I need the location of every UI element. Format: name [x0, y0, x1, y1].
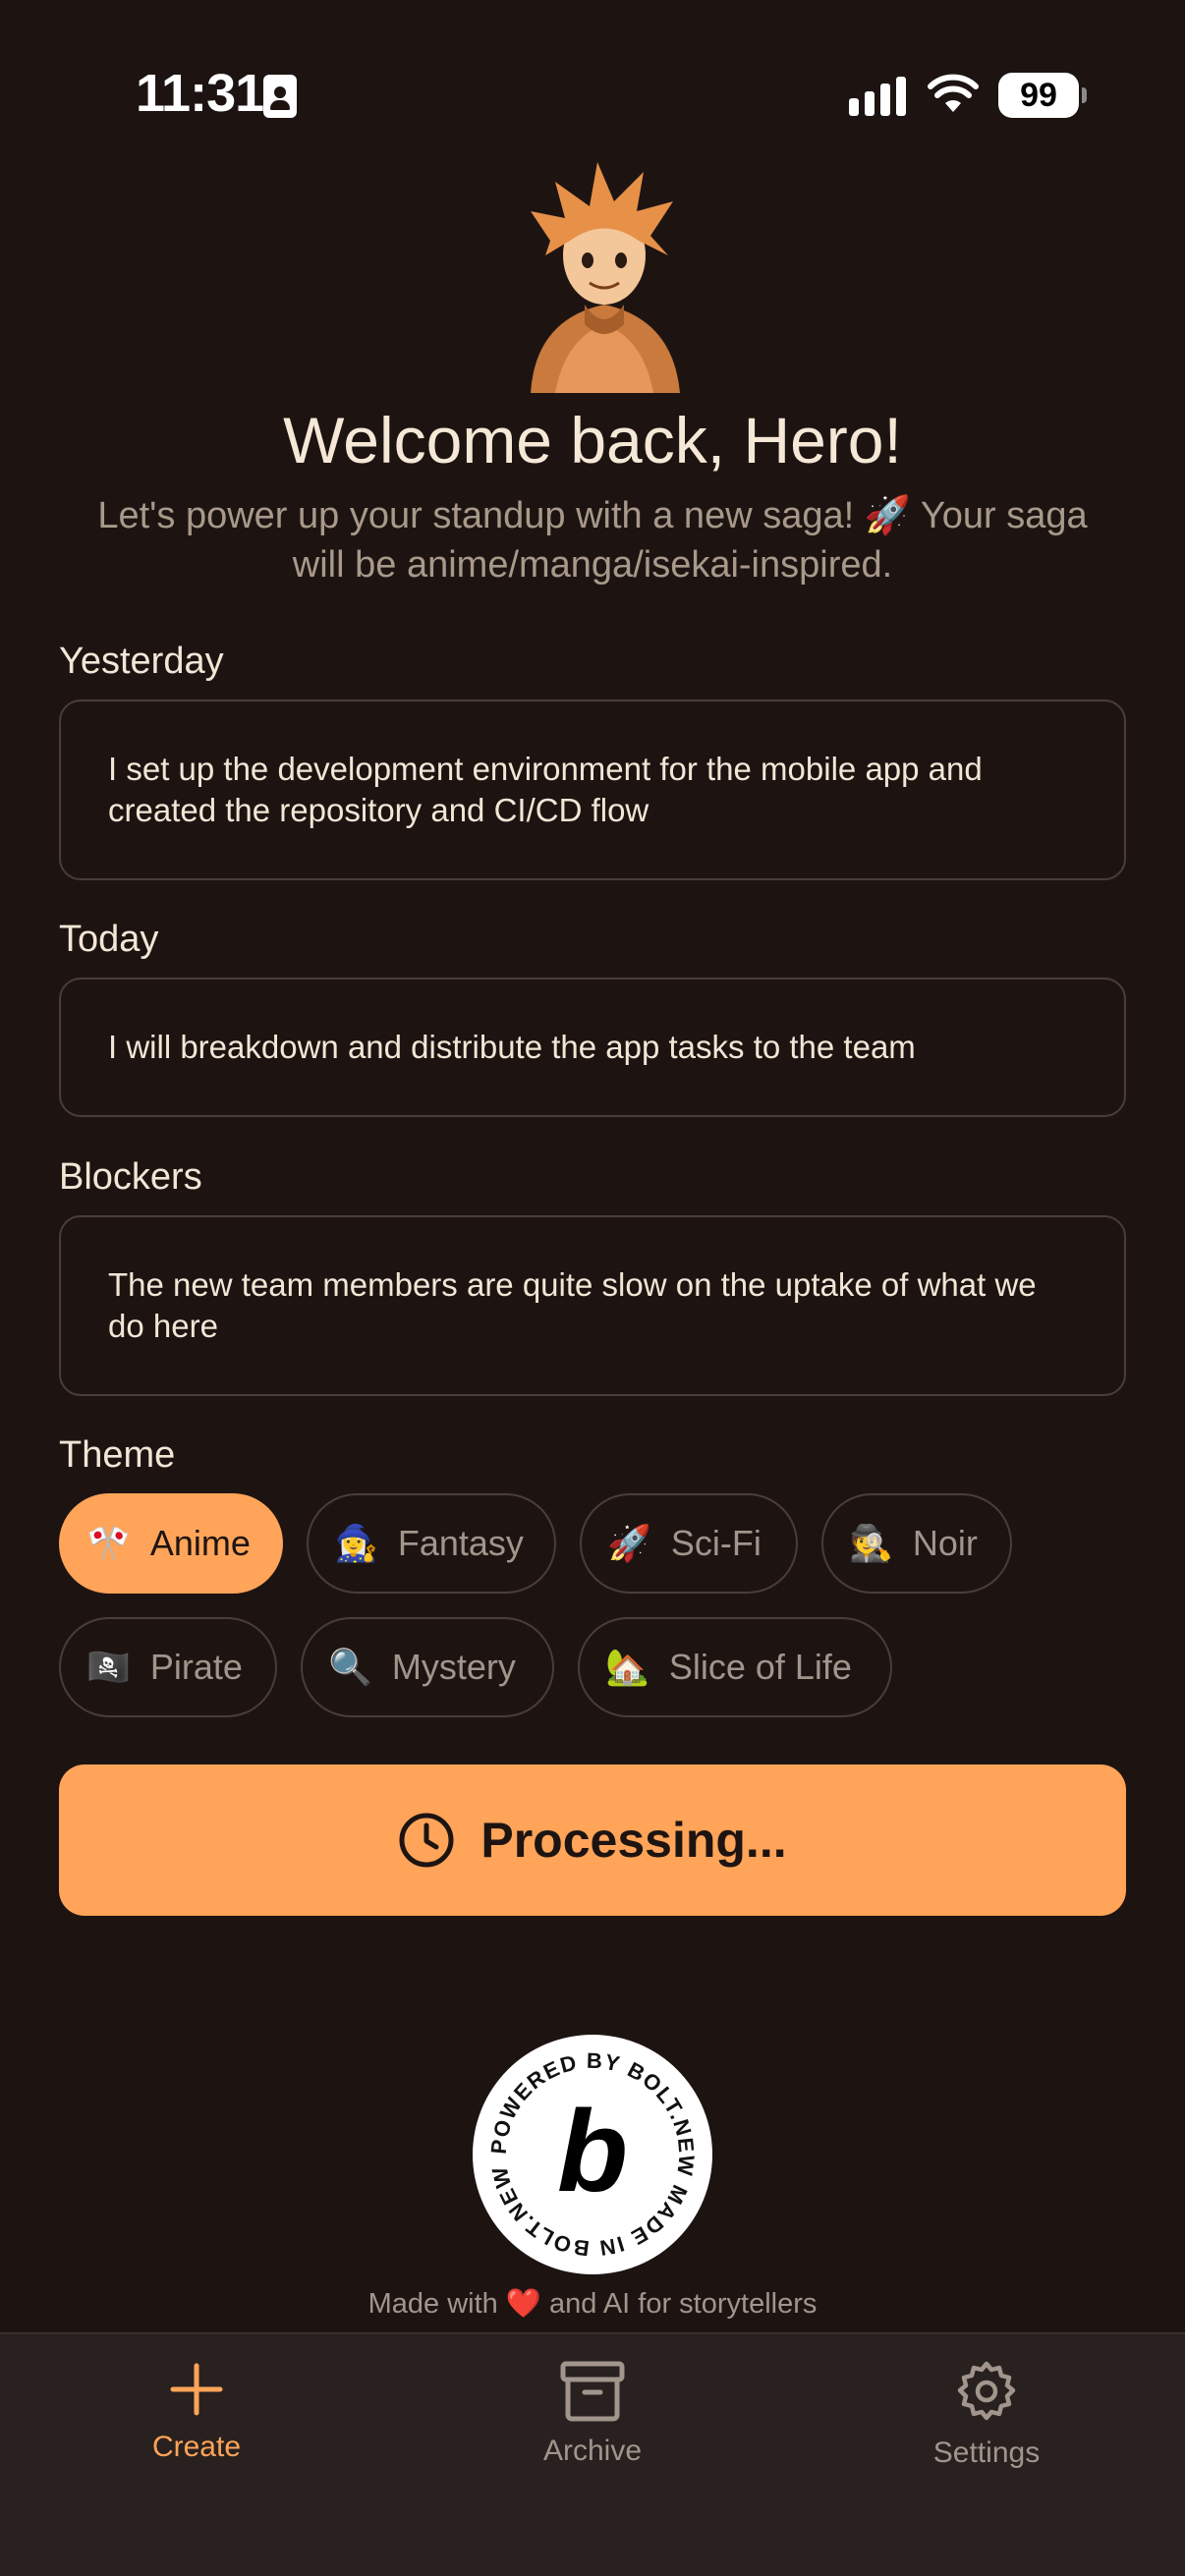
bolt-badge[interactable]: POWERED BY BOLT.NEW MADE IN BOLT.NEW b [472, 2034, 713, 2275]
hero-avatar [531, 162, 680, 393]
mage-icon: 🧙‍♀️ [334, 1523, 378, 1563]
theme-label: Theme [59, 1434, 176, 1476]
theme-chip-label: Anime [149, 1523, 251, 1563]
plus-icon [170, 2363, 223, 2416]
yesterday-input[interactable]: I set up the development environment for… [59, 700, 1126, 880]
cellular-signal-icon [849, 77, 906, 116]
blockers-label: Blockers [59, 1156, 202, 1198]
theme-chip-noir[interactable]: 🕵️ Noir [821, 1493, 1012, 1594]
tab-label: Archive [542, 2435, 643, 2467]
theme-chip-label: Fantasy [397, 1523, 524, 1563]
footer-note: Made with ❤️ and AI for storytellers [367, 2288, 818, 2320]
welcome-subtitle: Let's power up your standup with a new s… [97, 495, 1088, 586]
theme-chip-slice-of-life[interactable]: 🏡 Slice of Life [578, 1617, 892, 1717]
processing-label: Processing... [480, 1813, 787, 1868]
today-label: Today [59, 919, 159, 960]
processing-button[interactable]: Processing... [59, 1764, 1126, 1916]
contact-card-icon [263, 75, 297, 118]
status-time: 11:31 [136, 64, 264, 123]
battery-icon: 99 [998, 73, 1087, 118]
theme-chip-mystery[interactable]: 🔍 Mystery [301, 1617, 554, 1717]
theme-chip-label: Noir [912, 1523, 978, 1563]
welcome-title: Welcome back, Hero! [283, 404, 902, 476]
tab-settings[interactable]: Settings [869, 2360, 1104, 2470]
tab-bar: Create Archive Settings [0, 2332, 1185, 2576]
gear-icon [957, 2361, 1016, 2421]
theme-chip-label: Mystery [391, 1647, 516, 1687]
blockers-input[interactable]: The new team members are quite slow on t… [59, 1215, 1126, 1396]
house-icon: 🏡 [605, 1647, 649, 1687]
badge-letter: b [557, 2087, 628, 2216]
theme-chip-fantasy[interactable]: 🧙‍♀️ Fantasy [307, 1493, 556, 1594]
today-input[interactable]: I will breakdown and distribute the app … [59, 978, 1126, 1117]
tab-label: Create [151, 2431, 242, 2463]
wifi-icon [928, 74, 979, 112]
theme-chip-label: Slice of Life [668, 1647, 852, 1687]
magnifier-icon: 🔍 [328, 1647, 372, 1687]
theme-chip-sci-fi[interactable]: 🚀 Sci-Fi [580, 1493, 798, 1594]
tab-label: Settings [932, 2436, 1041, 2469]
theme-chip-anime[interactable]: 🎌 Anime [59, 1493, 283, 1594]
rocket-icon: 🚀 [607, 1523, 651, 1563]
pirate-flag-icon: 🏴‍☠️ [86, 1647, 131, 1687]
theme-chip-label: Sci-Fi [670, 1523, 762, 1563]
clock-icon [399, 1813, 454, 1868]
theme-chip-label: Pirate [149, 1647, 243, 1687]
yesterday-label: Yesterday [59, 641, 224, 682]
anime-flags-icon: 🎌 [86, 1523, 131, 1563]
tab-create[interactable]: Create [79, 2360, 314, 2464]
theme-chip-pirate[interactable]: 🏴‍☠️ Pirate [59, 1617, 277, 1717]
tab-archive[interactable]: Archive [475, 2360, 710, 2468]
detective-icon: 🕵️ [849, 1523, 893, 1563]
archive-icon [560, 2361, 625, 2422]
